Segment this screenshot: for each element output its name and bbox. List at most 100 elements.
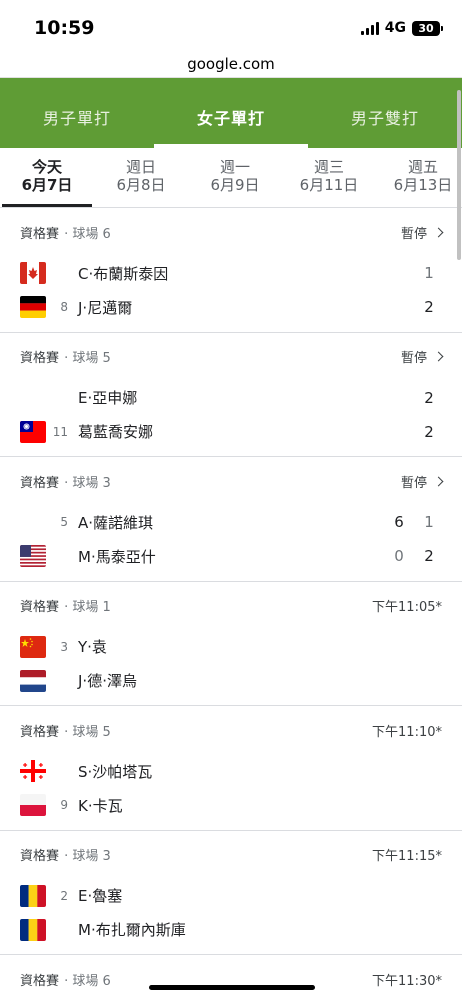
- set-score: 1: [424, 513, 434, 531]
- tab-mens-singles[interactable]: 男子單打: [0, 90, 154, 148]
- germany-flag-icon: [20, 296, 46, 318]
- player-row: C·布蘭斯泰因 1: [0, 256, 462, 290]
- date-day: 6月7日: [21, 176, 73, 194]
- player-row: 5 A·薩諾維琪 61: [0, 505, 462, 539]
- romania-flag-icon: [20, 884, 46, 907]
- match-round: 資格賽: [20, 475, 60, 491]
- match-court: · 球場 6: [64, 973, 111, 989]
- set-score: 2: [424, 388, 434, 407]
- player-seed: 9: [60, 798, 68, 812]
- match-status-label: 下午11:10*: [372, 724, 442, 740]
- chevron-right-icon: [433, 227, 444, 237]
- match-status: 下午11:30*: [372, 973, 442, 989]
- match-status-label: 暫停: [400, 351, 427, 366]
- date-day: 6月11日: [299, 176, 359, 194]
- date-tab-today[interactable]: 今天 6月7日: [0, 148, 94, 207]
- set-score: 0: [394, 547, 404, 565]
- url-bar[interactable]: google.com: [0, 50, 462, 78]
- match-court: · 球場 5: [64, 724, 111, 740]
- match-status[interactable]: 暫停: [400, 223, 444, 242]
- date-selector: 今天 6月7日 週日 6月8日 週一 6月9日 週三 6月11日 週五 6月13…: [0, 148, 462, 208]
- date-tab[interactable]: 週一 6月9日: [188, 148, 282, 207]
- player-seed: 5: [60, 515, 68, 529]
- set-score: 2: [424, 298, 434, 316]
- player-seed: 11: [52, 424, 68, 439]
- date-tab[interactable]: 週三 6月11日: [282, 148, 376, 207]
- player-name: K·卡瓦: [78, 796, 123, 815]
- none-flag-icon: [20, 387, 46, 409]
- player-row: J·德·澤烏: [0, 664, 462, 698]
- tab-mens-doubles[interactable]: 男子雙打: [308, 90, 462, 148]
- date-dow: 週日: [125, 158, 156, 176]
- player-scores: 02: [390, 547, 438, 565]
- player-name: M·馬泰亞什: [78, 547, 156, 566]
- match-status-label: 下午11:05*: [372, 600, 442, 615]
- match-court: · 球場 3: [64, 475, 111, 491]
- player-name: Y·袁: [78, 638, 107, 656]
- match-card[interactable]: 資格賽 · 球場 6 暫停 C·布蘭斯泰因 1 8 J·尼邁爾 2: [0, 208, 462, 333]
- tab-womens-singles[interactable]: 女子單打: [154, 90, 308, 148]
- player-scores: 61: [390, 513, 438, 531]
- scrollbar[interactable]: [457, 90, 461, 260]
- network-type: 4G: [384, 20, 406, 36]
- set-score: 2: [424, 547, 434, 565]
- none-flag-icon: [20, 511, 46, 533]
- player-scores: 2: [420, 389, 438, 407]
- date-day: 6月9日: [210, 176, 260, 194]
- match-header[interactable]: 資格賽 · 球場 6 下午11:30*: [0, 955, 462, 1000]
- player-row: S·沙帕塔瓦: [0, 754, 462, 788]
- date-day: 6月8日: [116, 176, 166, 194]
- match-round: 資格賽: [20, 849, 60, 864]
- match-status-label: 暫停: [400, 226, 427, 242]
- player-name: M·布扎爾內斯庫: [78, 921, 186, 939]
- match-court: · 球場 3: [64, 849, 111, 864]
- header-strip: [0, 78, 462, 90]
- player-name: J·尼邁爾: [78, 298, 133, 317]
- player-row: M·馬泰亞什 02: [0, 539, 462, 573]
- match-header: 資格賽 · 球場 6 暫停: [0, 208, 462, 256]
- home-indicator[interactable]: [149, 985, 315, 990]
- match-round: 資格賽: [20, 600, 60, 615]
- romania-flag-icon: [20, 918, 46, 941]
- match-court: · 球場 5: [64, 351, 111, 366]
- match-status: 下午11:05*: [372, 596, 442, 615]
- player-name: S·沙帕塔瓦: [78, 762, 153, 781]
- match-header: 資格賽 · 球場 1 下午11:05*: [0, 582, 462, 630]
- match-round: 資格賽: [20, 724, 60, 740]
- date-tab[interactable]: 週五 6月13日: [376, 148, 462, 207]
- match-list: 資格賽 · 球場 6 暫停 C·布蘭斯泰因 1 8 J·尼邁爾 2 資格賽 · …: [0, 208, 462, 955]
- status-bar: 10:59 4G 30: [0, 0, 462, 50]
- date-dow: 週三: [313, 158, 344, 176]
- match-round: 資格賽: [20, 973, 60, 989]
- match-card[interactable]: 資格賽 · 球場 5 下午11:10* S·沙帕塔瓦 9 K·卡瓦: [0, 706, 462, 831]
- date-tab[interactable]: 週日 6月8日: [94, 148, 188, 207]
- match-header: 資格賽 · 球場 5 暫停: [0, 333, 462, 381]
- match-status: 下午11:15*: [372, 845, 442, 864]
- player-name: A·薩諾維琪: [78, 513, 154, 532]
- match-court: · 球場 1: [64, 600, 111, 615]
- match-card[interactable]: 資格賽 · 球場 3 下午11:15* 2 E·魯塞 M·布扎爾內斯庫: [0, 831, 462, 955]
- player-scores: 1: [420, 264, 438, 282]
- match-status[interactable]: 暫停: [401, 472, 444, 491]
- match-card[interactable]: 資格賽 · 球場 3 暫停 5 A·薩諾維琪 61 M·馬泰亞什 02: [0, 457, 462, 582]
- player-row: M·布扎爾內斯庫: [0, 913, 462, 947]
- player-name: E·魯塞: [78, 887, 123, 905]
- china-flag-icon: [20, 635, 46, 658]
- poland-flag-icon: [20, 794, 46, 816]
- match-header: 資格賽 · 球場 5 下午11:10*: [0, 706, 462, 754]
- match-status-label: 下午11:15*: [372, 849, 442, 864]
- match-header: 資格賽 · 球場 3 暫停: [0, 457, 462, 505]
- match-status[interactable]: 暫停: [400, 347, 444, 366]
- chevron-right-icon: [433, 476, 444, 486]
- match-card[interactable]: 資格賽 · 球場 5 暫停 E·亞申娜 2 11 葛藍喬安娜 2: [0, 333, 462, 457]
- match-status: 下午11:10*: [372, 721, 442, 740]
- player-row: 8 J·尼邁爾 2: [0, 290, 462, 324]
- signal-icon: [360, 21, 379, 35]
- player-name: 葛藍喬安娜: [78, 423, 154, 441]
- player-seed: 3: [60, 639, 68, 654]
- set-score: 6: [394, 513, 404, 531]
- set-score: 2: [424, 422, 434, 441]
- player-scores: 2: [420, 298, 438, 316]
- date-day: 6月13日: [393, 176, 453, 194]
- match-card[interactable]: 資格賽 · 球場 1 下午11:05* 3 Y·袁 J·德·澤烏: [0, 582, 462, 706]
